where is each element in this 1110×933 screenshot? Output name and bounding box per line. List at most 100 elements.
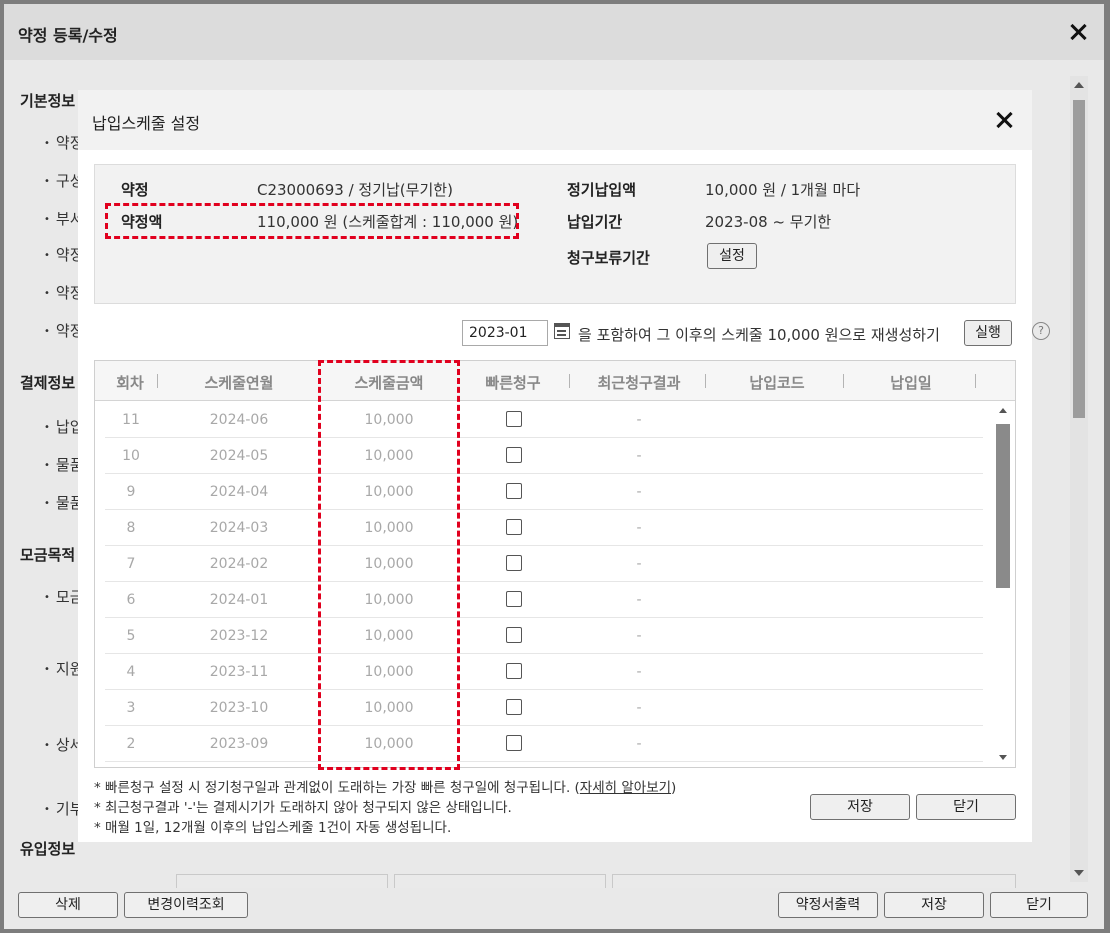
cell-schedule-amount: 10,000 <box>364 556 414 572</box>
payment-period-label: 납입기간 <box>567 213 623 231</box>
section-title-inflow: 유입정보 <box>20 840 76 858</box>
note-quick-billing: * 빠른청구 설정 시 정기청구일과 관계없이 도래하는 가장 빠른 청구일에 … <box>94 780 677 796</box>
cell-schedule-month: 2024-02 <box>209 556 269 572</box>
cell-schedule-amount: 10,000 <box>364 448 414 464</box>
print-pledge-button[interactable]: 약정서출력 <box>778 892 878 918</box>
learn-more-link[interactable]: 자세히 알아보기 <box>580 780 671 796</box>
quick-billing-checkbox[interactable] <box>506 735 522 751</box>
section-title-payment: 결제정보 <box>20 374 76 392</box>
quick-billing-checkbox[interactable] <box>506 447 522 463</box>
cell-schedule-amount: 10,000 <box>364 664 414 680</box>
cell-recent-result: - <box>636 484 642 500</box>
execute-button[interactable]: 실행 <box>964 320 1012 346</box>
cell-schedule-month: 2023-10 <box>209 700 269 716</box>
calendar-icon[interactable] <box>554 323 570 339</box>
col-header: 납입코드 <box>749 374 805 392</box>
scroll-up-icon[interactable] <box>999 408 1007 413</box>
cell-schedule-month: 2024-04 <box>209 484 269 500</box>
grid-body: 11 2024-06 10,000 - 10 2024-05 10,000 - 9 2024-04… <box>105 402 983 764</box>
dialog-scrollbar[interactable] <box>1070 76 1088 882</box>
amount-value: 110,000 원 (스케줄합계 : 110,000 원) <box>257 213 519 231</box>
modal-title: 납입스케줄 설정 <box>92 114 201 133</box>
quick-billing-checkbox[interactable] <box>506 411 522 427</box>
scroll-thumb[interactable] <box>1073 100 1085 418</box>
table-row: 9 2024-04 10,000 - <box>105 474 983 510</box>
note-auto-generate: * 매월 1일, 12개월 이후의 납입스케줄 1건이 자동 생성됩니다. <box>94 820 452 836</box>
cell-schedule-month: 2024-03 <box>209 520 269 536</box>
table-row: 11 2024-06 10,000 - <box>105 402 983 438</box>
cell-round: 3 <box>126 700 136 716</box>
close-icon[interactable] <box>994 110 1014 130</box>
cell-recent-result: - <box>636 700 642 716</box>
section-title-purpose: 모금목적 <box>20 546 76 564</box>
quick-billing-checkbox[interactable] <box>506 483 522 499</box>
dialog-header: 약정 등록/수정 <box>4 4 1104 60</box>
table-row: 8 2024-03 10,000 - <box>105 510 983 546</box>
table-row: 4 2023-11 10,000 - <box>105 654 983 690</box>
cell-round: 7 <box>126 556 136 572</box>
regular-amount-label: 정기납입액 <box>567 181 637 199</box>
cell-round: 9 <box>126 484 136 500</box>
regen-month-input[interactable] <box>462 320 548 346</box>
modal-header: 납입스케줄 설정 <box>78 90 1032 150</box>
cell-recent-result: - <box>636 520 642 536</box>
close-button[interactable]: 닫기 <box>990 892 1088 918</box>
scroll-thumb[interactable] <box>996 424 1010 588</box>
quick-billing-checkbox[interactable] <box>506 519 522 535</box>
cell-schedule-month: 2024-01 <box>209 592 269 608</box>
cell-schedule-amount: 10,000 <box>364 484 414 500</box>
save-button[interactable]: 저장 <box>810 794 910 820</box>
cell-schedule-amount: 10,000 <box>364 736 414 752</box>
close-icon[interactable] <box>1068 22 1088 42</box>
scroll-up-icon[interactable] <box>1074 82 1084 88</box>
col-header: 스케줄금액 <box>354 374 424 392</box>
help-icon[interactable]: ? <box>1032 322 1050 340</box>
payment-schedule-modal: 납입스케줄 설정 약정 C23000693 / 정기납(무기한) 약정액 110… <box>78 90 1032 842</box>
pledge-label: 약정 <box>121 181 149 199</box>
table-row: 10 2024-05 10,000 - <box>105 438 983 474</box>
col-header: 납입일 <box>890 374 932 392</box>
cell-schedule-amount: 10,000 <box>364 628 414 644</box>
col-header: 회차 <box>116 374 144 392</box>
billing-hold-set-button[interactable]: 설정 <box>707 243 757 269</box>
cell-round: 8 <box>126 520 136 536</box>
schedule-grid: 회차 스케줄연월 스케줄금액 빠른청구 최근청구결과 납입코드 납입일 11 20… <box>94 360 1016 768</box>
cell-schedule-month: 2024-05 <box>209 448 269 464</box>
scroll-down-icon[interactable] <box>999 755 1007 760</box>
close-button[interactable]: 닫기 <box>916 794 1016 820</box>
cell-recent-result: - <box>636 628 642 644</box>
quick-billing-checkbox[interactable] <box>506 663 522 679</box>
change-history-button[interactable]: 변경이력조회 <box>124 892 248 918</box>
cell-recent-result: - <box>636 664 642 680</box>
quick-billing-checkbox[interactable] <box>506 555 522 571</box>
grid-header: 회차 스케줄연월 스케줄금액 빠른청구 최근청구결과 납입코드 납입일 <box>95 361 1015 401</box>
quick-billing-checkbox[interactable] <box>506 591 522 607</box>
save-button[interactable]: 저장 <box>884 892 984 918</box>
cell-schedule-amount: 10,000 <box>364 412 414 428</box>
dialog-title: 약정 등록/수정 <box>18 26 118 45</box>
scroll-down-icon[interactable] <box>1074 870 1084 876</box>
cell-round: 5 <box>126 628 136 644</box>
table-row: 2 2023-09 10,000 - <box>105 726 983 762</box>
field-stub <box>176 874 388 888</box>
cell-recent-result: - <box>636 448 642 464</box>
billing-hold-label: 청구보류기간 <box>567 249 650 267</box>
cell-round: 10 <box>122 448 140 464</box>
table-row: 7 2024-02 10,000 - <box>105 546 983 582</box>
delete-button[interactable]: 삭제 <box>18 892 118 918</box>
cell-round: 4 <box>126 664 136 680</box>
quick-billing-checkbox[interactable] <box>506 699 522 715</box>
cell-schedule-month: 2023-11 <box>209 664 269 680</box>
quick-billing-checkbox[interactable] <box>506 627 522 643</box>
col-header: 스케줄연월 <box>204 374 274 392</box>
table-row: 6 2024-01 10,000 - <box>105 582 983 618</box>
pledge-value: C23000693 / 정기납(무기한) <box>257 181 453 199</box>
col-header: 빠른청구 <box>485 374 541 392</box>
cell-recent-result: - <box>636 412 642 428</box>
table-row: 3 2023-10 10,000 - <box>105 690 983 726</box>
cell-schedule-amount: 10,000 <box>364 520 414 536</box>
cell-round: 2 <box>126 736 136 752</box>
cell-schedule-month: 2024-06 <box>209 412 269 428</box>
grid-scrollbar[interactable] <box>993 402 1013 766</box>
cell-schedule-month: 2023-12 <box>209 628 269 644</box>
